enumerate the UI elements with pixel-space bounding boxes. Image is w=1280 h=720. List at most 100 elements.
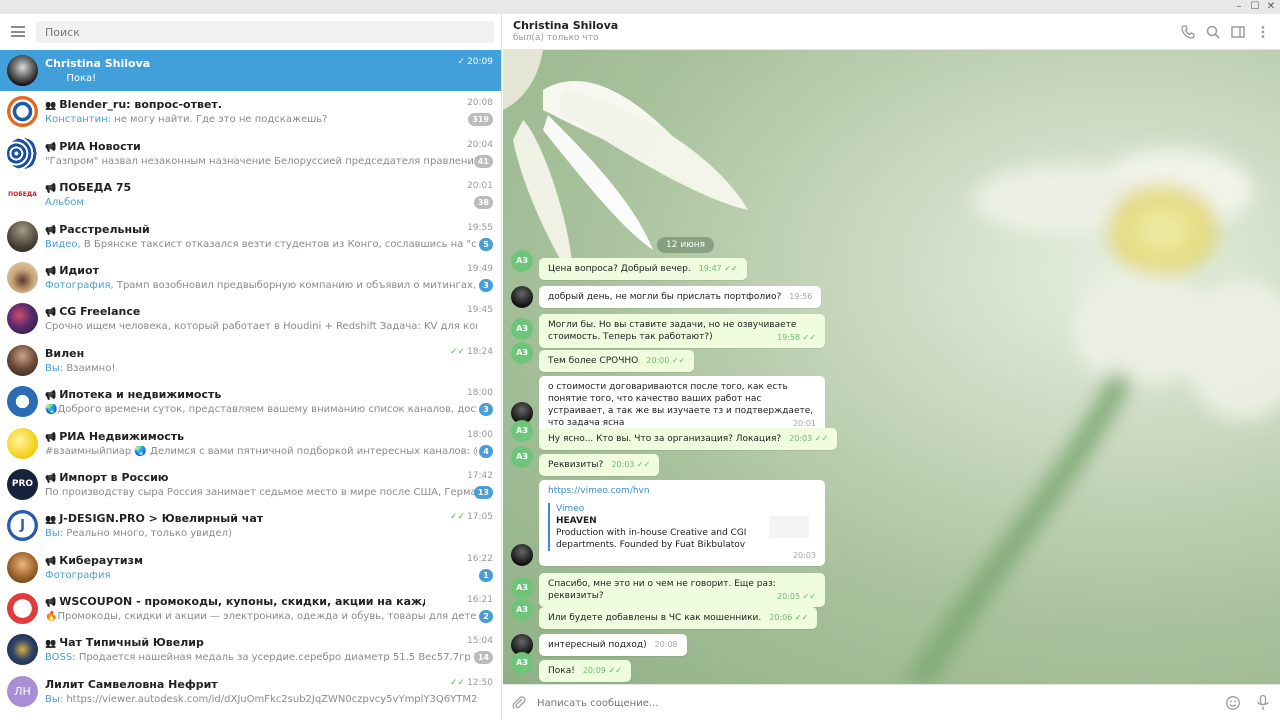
chat-list-item[interactable]: 📢 CG Freelance 19:45 Срочно ищем человека, … [0, 298, 501, 339]
peer-name[interactable]: Christina Shilova [513, 19, 618, 32]
message-link[interactable]: https://vimeo.com/hvn [548, 485, 816, 497]
chat-list-header [0, 14, 501, 50]
more-options-icon[interactable] [1255, 24, 1271, 40]
channel-megaphone-icon: 📢 [45, 142, 57, 153]
my-avatar[interactable]: АЗ [511, 577, 533, 599]
chat-list-item[interactable]: 📢 РИА Недвижимость 18:00 #взаимныйпиар 🌏 Де… [0, 423, 501, 464]
message-text: Могли бы. Но вы ставите задачи, но не оз… [548, 320, 797, 342]
message-outgoing[interactable]: Реквизиты? 20:03 ✓✓ [539, 454, 660, 476]
my-avatar[interactable]: АЗ [511, 342, 533, 364]
avatar [7, 55, 38, 86]
chat-name-text: Blender_ru: вопрос-ответ. [59, 98, 222, 112]
chat-preview-text: Продается нашейная медаль за усердие.сер… [78, 652, 477, 664]
unread-count-badge: 14 [473, 651, 493, 665]
unread-count-badge: 41 [473, 154, 493, 168]
chat-time: ✓✓ 12:50 [450, 678, 493, 688]
sidebar-toggle-icon[interactable] [1230, 24, 1246, 40]
chat-list-item[interactable]: J 👥 J-DESIGN.PRO > Ювелирный чат ✓✓ 17:05 Вы:… [0, 505, 501, 546]
chat-list-item[interactable]: ПОБЕДА 📢 ПОБЕДА 75 20:01 Альбом 38 [0, 174, 501, 215]
chat-preview-sender: Фотография, [45, 279, 114, 291]
message-outgoing[interactable]: Или будете добавлены в ЧС как мошенники.… [539, 607, 818, 629]
message-input[interactable] [537, 695, 1137, 711]
chat-preview-text: По производству сыра Россия занимает сед… [45, 486, 477, 498]
chat-list-item[interactable]: % 📢 WSCOUPON - промокоды, купоны, скидки, … [0, 588, 501, 629]
chat-name-text: Лилит Самвеловна Нефрит [45, 677, 218, 691]
chat-time: 19:49 [467, 264, 493, 274]
peer-avatar[interactable] [511, 544, 533, 566]
search-icon[interactable] [1205, 24, 1221, 40]
chat-list-item[interactable]: PRO 📢 Импорт в Россию 17:42 По производству … [0, 464, 501, 505]
message-time: 19:47 ✓✓ [699, 264, 738, 273]
close-icon[interactable]: ✕ [1264, 1, 1278, 13]
message-incoming[interactable]: интересный подход) 20:08 [539, 634, 687, 656]
message-time-text: 20:05 [776, 592, 801, 601]
chat-list-item[interactable]: Christina Shilova ✓ 20:09 Вы: Пока! [0, 50, 501, 92]
phone-icon[interactable] [1180, 24, 1196, 40]
chat-preview-text: Реально много, только увидел) [66, 528, 232, 540]
message-text: о стоимости договариваются после того, к… [548, 382, 814, 428]
chat-preview-text: 🔥Промокоды, скидки и акции — электроника… [45, 611, 477, 623]
my-avatar[interactable]: АЗ [511, 652, 533, 674]
chat-time: ✓✓ 17:05 [450, 512, 493, 522]
emoji-icon[interactable] [1225, 695, 1241, 711]
avatar [7, 551, 38, 583]
chat-name: 📢 Идиот [45, 264, 99, 277]
chat-name: 👥 J-DESIGN.PRO > Ювелирный чат [45, 512, 263, 525]
chat-time: 17:42 [467, 471, 493, 481]
chat-name: 📢 РИА Недвижимость [45, 430, 184, 443]
attach-icon[interactable] [511, 695, 527, 711]
message-outgoing[interactable]: Цена вопроса? Добрый вечер. 19:47 ✓✓ [539, 258, 747, 280]
message-incoming[interactable]: добрый день, не могли бы прислать портфо… [539, 286, 822, 308]
chat-list-item[interactable]: 📢 Ипотека и недвижимость 18:00 🌏Доброго вре… [0, 381, 501, 422]
chat-preview: Вы: Пока! [45, 73, 477, 84]
maximize-icon[interactable]: ☐ [1248, 1, 1262, 13]
search-input[interactable] [36, 21, 494, 43]
read-check-icon: ✓✓ [812, 434, 829, 443]
message-time: 19:58 ✓✓ [777, 332, 816, 344]
message-outgoing[interactable]: Могли бы. Но вы ставите задачи, но не оз… [539, 314, 825, 348]
chat-list-item[interactable]: ЛН Лилит Самвеловна Нефрит ✓✓ 12:50 Вы: http… [0, 671, 501, 712]
chat-list-item[interactable]: 📢 РИА Новости 20:04 "Газпром" назвал незако… [0, 133, 501, 174]
my-avatar[interactable]: АЗ [511, 250, 533, 272]
message-text: Реквизиты? [548, 460, 604, 470]
chat-preview: BOSS: Продается нашейная медаль за усерд… [45, 652, 477, 663]
chat-time: 15:04 [467, 636, 493, 646]
message-time-text: 20:06 [769, 613, 793, 622]
chat-list-item[interactable]: Вилен ✓✓ 18:24 Вы: Взаимно! [0, 340, 501, 381]
my-avatar[interactable]: АЗ [511, 446, 533, 468]
chat-time: ✓✓ 18:24 [450, 347, 493, 357]
chat-preview: Вы: Взаимно! [45, 363, 477, 374]
chat-time: 16:22 [467, 554, 493, 564]
chat-preview-sender: Фотография [45, 569, 111, 581]
chat-time-text: 20:04 [467, 139, 493, 150]
chat-preview-text: не могу найти. Где это не подскажешь? [114, 114, 328, 126]
chat-list-item[interactable]: 📢 Идиот 19:49 Фотография, Трамп возобновил … [0, 257, 501, 298]
chat-name: 📢 Кибераутизм [45, 554, 143, 567]
chat-list-item[interactable]: 📢 Кибераутизм 16:22 Фотография 1 [0, 547, 501, 588]
minimize-icon[interactable]: – [1232, 1, 1246, 13]
chat-name-text: Расстрельный [59, 222, 150, 236]
chat-list-item[interactable]: 👥 Blender_ru: вопрос-ответ. 20:08 Константи… [0, 91, 501, 132]
peer-avatar[interactable] [511, 286, 533, 308]
my-avatar[interactable]: АЗ [511, 420, 533, 442]
my-avatar[interactable]: АЗ [511, 318, 533, 340]
message-outgoing[interactable]: Спасибо, мне это ни о чем не говорит. Ещ… [539, 573, 825, 607]
channel-megaphone-icon: 📢 [45, 266, 57, 277]
microphone-icon[interactable] [1255, 694, 1271, 712]
message-outgoing[interactable]: Тем более СРОЧНО 20:00 ✓✓ [539, 350, 695, 372]
hamburger-menu-icon[interactable] [11, 26, 25, 37]
message-outgoing[interactable]: Ну ясно... Кто вы. Что за организация? Л… [539, 428, 838, 450]
message-incoming[interactable]: о стоимости договариваются после того, к… [539, 376, 825, 434]
message-link-preview[interactable]: https://vimeo.com/hvn Vimeo HEAVEN Producti… [539, 480, 825, 566]
message-time-text: 19:58 [776, 333, 801, 342]
channel-megaphone-icon: 📢 [45, 598, 57, 609]
chat-name: 📢 ПОБЕДА 75 [45, 181, 131, 194]
chat-list-item[interactable]: 📢 Расстрельный 19:55 Видео, В Брянске такси… [0, 216, 501, 257]
message-outgoing[interactable]: Пока! 20:09 ✓✓ [539, 660, 631, 682]
my-avatar[interactable]: АЗ [511, 599, 533, 621]
chat-list-item[interactable]: 👥 Чат Типичный Ювелир 15:04 BOSS: Продается… [0, 629, 501, 670]
message-time-text: 20:09 [582, 666, 606, 675]
chat-time-text: 19:55 [467, 222, 493, 233]
avatar [7, 427, 38, 459]
chat-time-text: 18:00 [467, 388, 493, 399]
